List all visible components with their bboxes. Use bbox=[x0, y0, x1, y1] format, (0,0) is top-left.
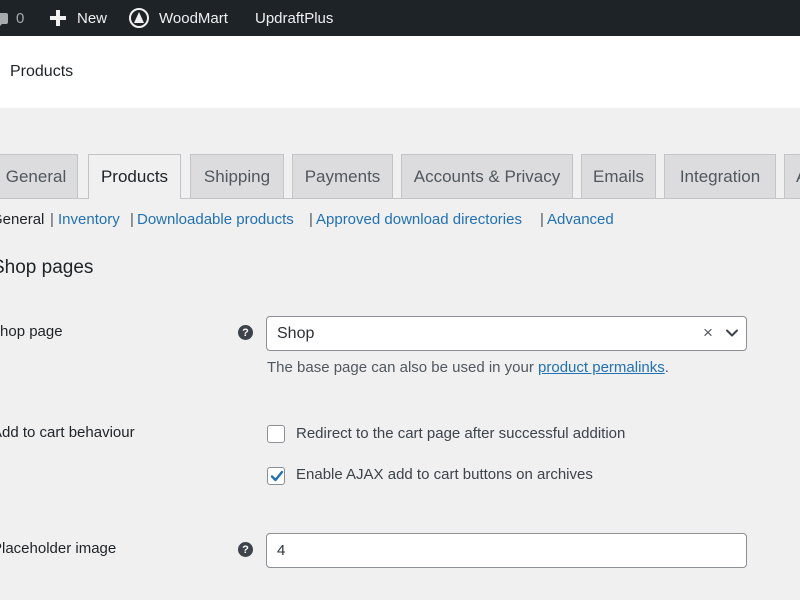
description-text: The base page can also be used in your bbox=[267, 359, 539, 376]
page-title: Products bbox=[10, 63, 74, 80]
comment-icon bbox=[0, 12, 8, 28]
add-to-cart-label: Add to cart behaviour bbox=[0, 424, 135, 441]
tab-general[interactable]: General bbox=[0, 154, 78, 198]
page-header: Products bbox=[0, 36, 800, 108]
plus-icon bbox=[50, 10, 66, 26]
enable-ajax-label[interactable]: Enable AJAX add to cart buttons on archi… bbox=[296, 466, 593, 483]
subnav-downloadable-products-link[interactable]: Downloadable products bbox=[137, 211, 294, 228]
tab-products[interactable]: Products bbox=[88, 154, 181, 199]
subnav-inventory-link[interactable]: Inventory bbox=[58, 211, 120, 228]
subnav-advanced-link[interactable]: Advanced bbox=[547, 211, 614, 228]
admin-bar-new[interactable]: New bbox=[50, 0, 107, 36]
redirect-to-cart-label[interactable]: Redirect to the cart page after successf… bbox=[296, 425, 625, 442]
comments-count: 0 bbox=[16, 9, 25, 27]
shop-page-select[interactable]: Shop × bbox=[266, 316, 747, 351]
section-heading: Shop pages bbox=[0, 257, 94, 278]
description-suffix: . bbox=[664, 359, 669, 376]
subnav-separator: | bbox=[309, 211, 313, 228]
woodmart-logo-icon bbox=[129, 8, 149, 28]
tab-integration[interactable]: Integration bbox=[664, 154, 776, 198]
placeholder-image-label: Placeholder image bbox=[0, 540, 117, 557]
tab-advanced-partial[interactable]: A bbox=[784, 154, 800, 198]
shop-page-description: The base page can also be used in your p… bbox=[267, 359, 669, 376]
help-icon[interactable]: ? bbox=[238, 325, 253, 340]
shop-page-label: Shop page bbox=[0, 323, 63, 340]
subnav-separator: | bbox=[50, 211, 54, 228]
tab-payments[interactable]: Payments bbox=[292, 154, 393, 198]
clear-selection-icon[interactable]: × bbox=[703, 323, 713, 343]
section-subnav: General | Inventory | Downloadable produ… bbox=[0, 211, 800, 231]
chevron-down-icon[interactable] bbox=[725, 326, 739, 340]
tab-emails[interactable]: Emails bbox=[581, 154, 656, 198]
redirect-to-cart-checkbox[interactable] bbox=[267, 425, 285, 443]
admin-bar-updraftplus[interactable]: UpdraftPlus bbox=[255, 0, 333, 36]
subnav-approved-download-directories-link[interactable]: Approved download directories bbox=[316, 211, 522, 228]
checkmark-icon bbox=[270, 470, 284, 482]
product-permalinks-link[interactable]: product permalinks bbox=[538, 359, 665, 376]
subnav-general-current[interactable]: General bbox=[0, 211, 44, 228]
admin-bar-woodmart[interactable]: WoodMart bbox=[129, 0, 228, 36]
subnav-separator: | bbox=[540, 211, 544, 228]
admin-bar-new-label: New bbox=[77, 9, 108, 27]
tab-accounts-privacy[interactable]: Accounts & Privacy bbox=[401, 154, 573, 198]
settings-tabs: General Products Shipping Payments Accou… bbox=[0, 154, 800, 199]
help-icon[interactable]: ? bbox=[238, 542, 253, 557]
tab-shipping[interactable]: Shipping bbox=[190, 154, 284, 198]
admin-bar-woodmart-label: WoodMart bbox=[159, 9, 228, 27]
subnav-separator: | bbox=[130, 211, 134, 228]
admin-bar-updraftplus-label: UpdraftPlus bbox=[255, 9, 334, 27]
admin-bar: 0 New WoodMart UpdraftPlus bbox=[0, 0, 800, 36]
placeholder-image-input[interactable] bbox=[266, 533, 747, 568]
shop-page-selected-value: Shop bbox=[277, 325, 315, 342]
admin-bar-comments[interactable]: 0 bbox=[0, 0, 24, 36]
enable-ajax-checkbox[interactable] bbox=[267, 467, 285, 485]
